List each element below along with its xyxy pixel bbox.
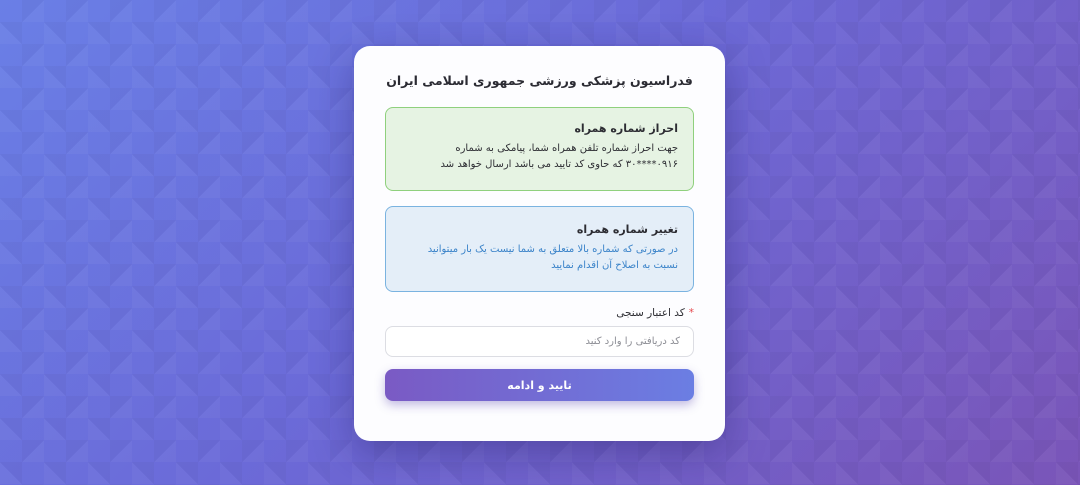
verify-phone-alert-title: احراز شماره همراه (574, 122, 678, 135)
verification-code-label: *کد اعتبار سنجی (385, 305, 694, 321)
verification-code-label-text: کد اعتبار سنجی (616, 307, 685, 319)
confirm-continue-button[interactable]: تایید و ادامه (385, 369, 694, 401)
verification-code-input[interactable] (385, 326, 694, 357)
verification-card: فدراسیون پزشکی ورزشی جمهوری اسلامی ایران… (354, 46, 725, 441)
page-title: فدراسیون پزشکی ورزشی جمهوری اسلامی ایران (386, 73, 693, 88)
verify-phone-alert-text: جهت احراز شماره تلفن همراه شما، پیامکی ب… (440, 143, 678, 170)
change-phone-alert-text: در صورتی که شماره بالا متعلق به شما نیست… (427, 244, 678, 271)
change-phone-alert-title: تغییر شماره همراه (576, 223, 678, 236)
required-mark: * (688, 307, 694, 319)
verify-phone-alert: احراز شماره همراه جهت احراز شماره تلفن ه… (385, 107, 694, 191)
change-phone-alert: تغییر شماره همراه در صورتی که شماره بالا… (385, 206, 694, 292)
